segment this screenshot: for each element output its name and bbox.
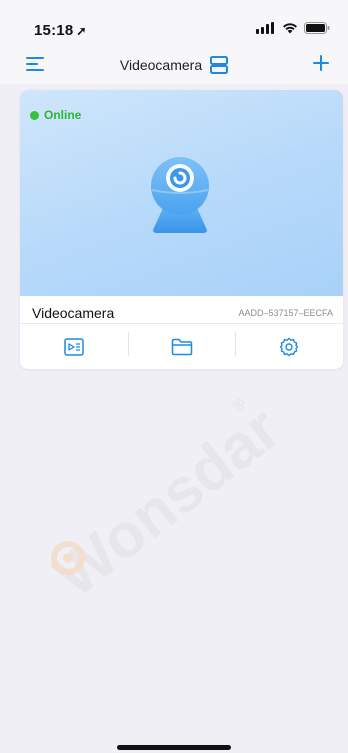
watermark-logo-mark [51, 541, 85, 575]
page-title: Videocamera [119, 57, 203, 73]
device-name: Videocamera [32, 305, 115, 321]
watermark-text: Wonsdar [42, 394, 293, 600]
camera-icon [151, 157, 209, 233]
brand-watermark: Wonsdar ® [42, 394, 293, 600]
home-indicator[interactable] [117, 745, 231, 750]
status-indicators [256, 22, 330, 34]
plus-icon[interactable] [312, 54, 330, 72]
nav-title-group: Videocamera [0, 56, 348, 74]
device-uid: AADD–537157–EECFA [238, 308, 333, 318]
top-bar: 15:18 ➚ Videocamera [0, 0, 348, 84]
location-arrow-icon: ➚ [76, 24, 87, 38]
playback-button[interactable] [20, 324, 128, 369]
device-card[interactable]: Online Videocamera AADD–537157–EECFA [20, 90, 343, 369]
playback-icon [64, 337, 84, 356]
two-row-layout-icon[interactable] [210, 56, 229, 74]
status-time: 15:18 ➚ [34, 22, 87, 39]
device-actions [20, 324, 343, 369]
settings-gear-icon [279, 337, 299, 356]
status-time-text: 15:18 [34, 22, 74, 39]
watermark-trademark: ® [229, 395, 249, 416]
wifi-icon [283, 23, 297, 34]
files-button[interactable] [127, 324, 236, 369]
cellular-signal-icon [256, 22, 274, 34]
online-status-text: Online [44, 108, 82, 122]
battery-icon [304, 22, 330, 34]
camera-preview[interactable]: Online [20, 90, 343, 296]
online-dot [30, 110, 39, 120]
settings-button[interactable] [235, 324, 343, 369]
online-status: Online [30, 108, 81, 122]
folder-icon [171, 338, 192, 355]
